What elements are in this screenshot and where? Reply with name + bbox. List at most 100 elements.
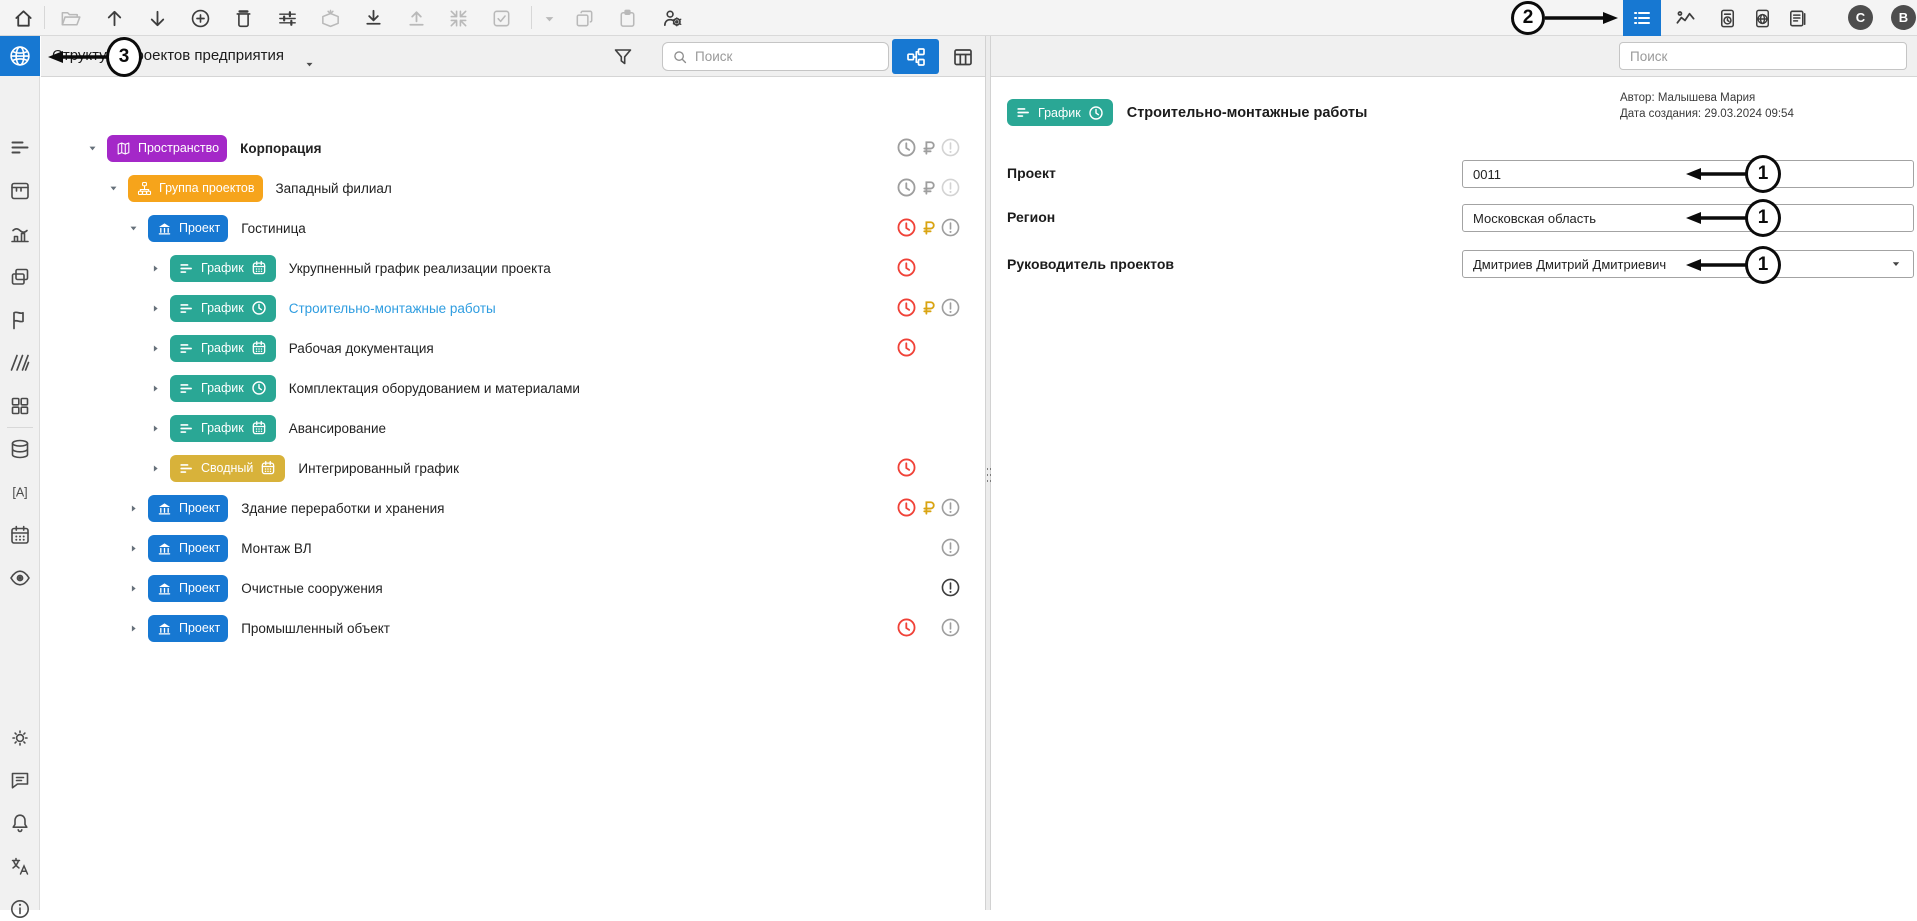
tree-row[interactable]: Проект Монтаж ВЛ	[41, 528, 985, 568]
activity-button[interactable]	[1672, 5, 1698, 31]
tree-row[interactable]: Пространство Корпорация	[41, 128, 985, 168]
ruble-status-icon	[917, 296, 940, 319]
row-label: Авансирование	[289, 421, 386, 436]
sidebar-item-bell[interactable]	[8, 811, 32, 835]
ruble-icon	[917, 296, 940, 319]
export-button[interactable]	[403, 5, 429, 31]
expand-caret-icon[interactable]	[149, 422, 162, 435]
expand-caret-icon[interactable]	[107, 182, 120, 195]
list-view-button[interactable]	[1623, 0, 1661, 36]
hierarchy-view-button[interactable]	[892, 39, 939, 74]
sidebar-item-kanban[interactable]	[8, 179, 32, 203]
multi-select-button[interactable]	[488, 5, 514, 31]
tree-row[interactable]: График Укрупненный график реализации про…	[41, 248, 985, 288]
panel-splitter[interactable]	[985, 36, 991, 910]
letter-badge-C[interactable]: C	[1848, 5, 1873, 30]
user-settings-button[interactable]	[659, 5, 685, 31]
clock-status-icon	[895, 216, 918, 239]
expand-caret-icon[interactable]	[127, 582, 140, 595]
tree-row[interactable]: График Рабочая документация	[41, 328, 985, 368]
filter-funnel-icon[interactable]	[611, 45, 635, 69]
settings-sliders-button[interactable]	[274, 5, 300, 31]
tree-row[interactable]: График Комплектация оборудованием и мате…	[41, 368, 985, 408]
tree-row[interactable]: График Строительно-монтажные работы	[41, 288, 985, 328]
field-select-2[interactable]: Дмитриев Дмитрий Дмитриевич	[1462, 250, 1914, 278]
table-view-icon	[951, 45, 975, 69]
type-badge: Проект	[148, 215, 228, 242]
field-input[interactable]	[1463, 205, 1913, 231]
expand-caret-icon[interactable]	[149, 342, 162, 355]
tree-row[interactable]: Проект Промышленный объект	[41, 608, 985, 648]
sidebar-item-comment[interactable]	[8, 768, 32, 792]
sidebar-item-structure[interactable]	[0, 36, 40, 76]
sidebar-item-calendar[interactable]	[8, 523, 32, 547]
table-view-button[interactable]	[941, 39, 985, 74]
hatch-icon	[8, 351, 32, 375]
field-input[interactable]	[1463, 161, 1913, 187]
tree-row[interactable]: График Авансирование	[41, 408, 985, 448]
type-badge-label: Проект	[179, 221, 220, 235]
expand-caret-icon[interactable]	[127, 542, 140, 555]
tree-row[interactable]: Проект Здание переработки и хранения	[41, 488, 985, 528]
sidebar-item-flag[interactable]	[8, 308, 32, 332]
created-line: Дата создания: 29.03.2024 09:54	[1620, 106, 1794, 122]
open-folder-button[interactable]	[57, 5, 83, 31]
tree-row[interactable]: Сводный Интегрированный график	[41, 448, 985, 488]
report-news-button[interactable]	[1784, 5, 1810, 31]
collapse-button[interactable]	[445, 5, 471, 31]
title-dropdown-icon[interactable]	[303, 58, 316, 71]
sidebar-item-theme[interactable]	[8, 726, 32, 750]
report-clock-icon	[1716, 7, 1739, 30]
tree-row[interactable]: Проект Очистные сооружения	[41, 568, 985, 608]
report-clock-button[interactable]	[1714, 5, 1740, 31]
warn-icon	[939, 216, 962, 239]
tree-panel-title[interactable]: Структура проектов предприятия	[52, 47, 284, 64]
delete-button[interactable]	[230, 5, 256, 31]
sidebar-separator	[7, 427, 33, 428]
paste-button[interactable]	[614, 5, 640, 31]
expand-caret-icon[interactable]	[149, 262, 162, 275]
expand-caret-icon[interactable]	[127, 622, 140, 635]
detail-search-input[interactable]	[1620, 43, 1906, 69]
sidebar-item-hatch[interactable]	[8, 351, 32, 375]
move-down-icon	[146, 7, 169, 30]
import-button[interactable]	[360, 5, 386, 31]
sidebar-item-info[interactable]	[8, 897, 32, 921]
expand-caret-icon[interactable]	[127, 502, 140, 515]
expand-caret-icon[interactable]	[127, 222, 140, 235]
tree-row[interactable]: Проект Гостиница	[41, 208, 985, 248]
text-format-icon	[8, 480, 32, 504]
sidebar-item-eye[interactable]	[8, 566, 32, 590]
unpack-button[interactable]	[317, 5, 343, 31]
type-badge: График	[1007, 99, 1113, 126]
lines-icon	[178, 340, 195, 357]
sidebar-item-chart[interactable]	[8, 222, 32, 246]
expand-caret-icon[interactable]	[149, 302, 162, 315]
expand-caret-icon[interactable]	[86, 142, 99, 155]
field-label: Регион	[1007, 209, 1055, 225]
expand-caret-icon[interactable]	[149, 382, 162, 395]
home-button[interactable]	[10, 5, 36, 31]
expand-caret-icon[interactable]	[149, 462, 162, 475]
letter-badge-B[interactable]: B	[1891, 5, 1916, 30]
sidebar-item-layers[interactable]	[8, 265, 32, 289]
sidebar-item-apps[interactable]	[8, 394, 32, 418]
user-settings-icon	[661, 7, 684, 30]
move-up-button[interactable]	[101, 5, 127, 31]
sidebar-item-text-format[interactable]	[8, 480, 32, 504]
tree-search-input[interactable]	[663, 43, 888, 70]
sidebar-item-translate[interactable]	[8, 854, 32, 878]
report-globe-icon	[1751, 7, 1774, 30]
sidebar-item-database[interactable]	[8, 437, 32, 461]
calendar-small-icon	[250, 259, 268, 277]
tree-row[interactable]: Группа проектов Западный филиал	[41, 168, 985, 208]
map-icon	[115, 140, 132, 157]
dropdown-button[interactable]	[536, 5, 562, 31]
clock-status-icon	[895, 176, 918, 199]
tree-view-icon	[904, 45, 928, 69]
move-down-button[interactable]	[144, 5, 170, 31]
add-button[interactable]	[187, 5, 213, 31]
sidebar-item-gantt[interactable]	[8, 136, 32, 160]
copy-button[interactable]	[571, 5, 597, 31]
report-globe-button[interactable]	[1749, 5, 1775, 31]
